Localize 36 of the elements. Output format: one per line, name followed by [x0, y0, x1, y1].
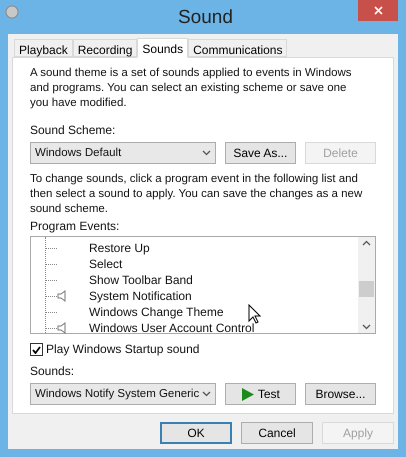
dialog-button[interactable]: Cancel [241, 422, 313, 444]
chevron-down-icon [202, 150, 211, 156]
dialog-button[interactable]: Browse... [304, 383, 376, 405]
window-title: Sound [178, 6, 233, 30]
field-label: Sounds: [30, 364, 76, 379]
tab[interactable]: Sounds [137, 38, 188, 58]
close-icon [374, 6, 382, 15]
chevron-down-icon [362, 324, 371, 330]
scrollbar[interactable] [358, 237, 375, 333]
field-label: Program Events: [30, 219, 120, 234]
event-item[interactable]: System Notification [89, 288, 192, 304]
event-item[interactable]: Windows Change Theme [89, 304, 224, 320]
dialog-button[interactable]: OK [160, 422, 232, 444]
checkbox[interactable] [30, 343, 43, 356]
tab[interactable]: Communications [188, 39, 288, 57]
tab[interactable]: Playback [14, 39, 73, 57]
tab[interactable]: Recording [72, 39, 138, 57]
dialog-button[interactable]: Save As... [224, 142, 296, 164]
event-item[interactable]: Windows User Account Control [89, 320, 254, 336]
test-button[interactable]: Test [224, 383, 296, 405]
chevron-up-icon [362, 240, 371, 246]
cursor-icon [248, 304, 261, 324]
dropdown[interactable]: Windows Notify System Generic [30, 383, 216, 405]
chevron-down-icon [202, 391, 211, 397]
checkmark-icon [32, 346, 41, 354]
dropdown[interactable]: Windows Default [30, 142, 216, 164]
event-item[interactable]: Restore Up [89, 240, 150, 256]
event-item[interactable]: Show Toolbar Band [89, 272, 193, 288]
event-item[interactable]: Select [89, 256, 122, 272]
field-label: Sound Scheme: [30, 123, 116, 138]
play-icon [240, 388, 254, 400]
close-button[interactable] [358, 0, 398, 21]
intro-text: A sound theme is a set of sounds applied to events in Windows and programs. You can select an existing scheme or save one you have modified. [30, 66, 353, 111]
checkbox-label[interactable]: Play Windows Startup sound [46, 342, 200, 357]
instructions-text: To change sounds, click a program event in the following list and then select a sound to apply. You can save the changes as a new sound scheme. [30, 172, 364, 217]
scrollbar-thumb[interactable] [359, 281, 374, 297]
